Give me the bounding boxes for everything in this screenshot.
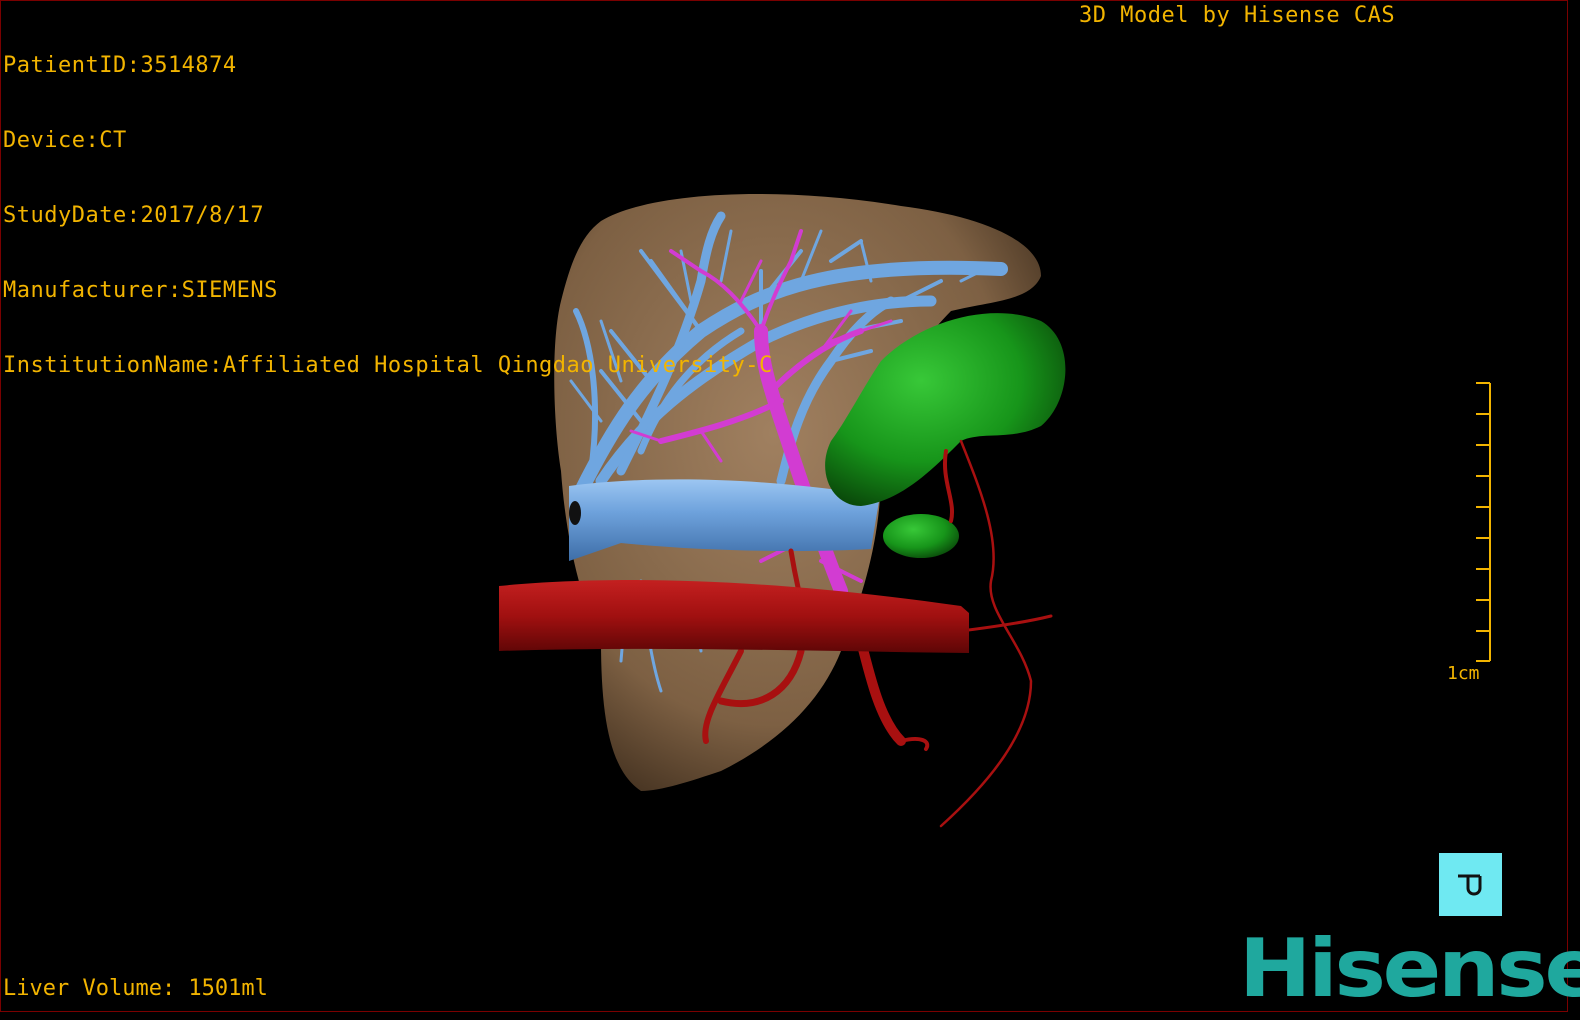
toggle-tool-icon <box>1457 874 1481 895</box>
model-credit: 3D Model by Hisense CAS <box>1079 3 1396 28</box>
device: Device:CT <box>3 128 127 153</box>
institution-name: InstitutionName:Affiliated Hospital Qing… <box>3 353 773 378</box>
3d-viewport[interactable]: PatientID:3514874 Device:CT StudyDate:20… <box>0 0 1580 1012</box>
toggle-tool-button[interactable] <box>1439 853 1502 916</box>
gallbladder-neck <box>883 514 959 558</box>
patient-id: PatientID:3514874 <box>3 53 237 78</box>
scale-label: 1cm <box>1447 663 1480 684</box>
patient-info-overlay: PatientID:3514874 Device:CT StudyDate:20… <box>3 3 773 428</box>
hisense-logo: Hisense <box>1239 922 1580 1015</box>
liver-volume: Liver Volume: 1501ml <box>3 976 268 1001</box>
manufacturer: Manufacturer:SIEMENS <box>3 278 278 303</box>
study-date: StudyDate:2017/8/17 <box>3 203 265 228</box>
aorta <box>499 580 969 653</box>
scale-bar <box>1476 382 1491 662</box>
